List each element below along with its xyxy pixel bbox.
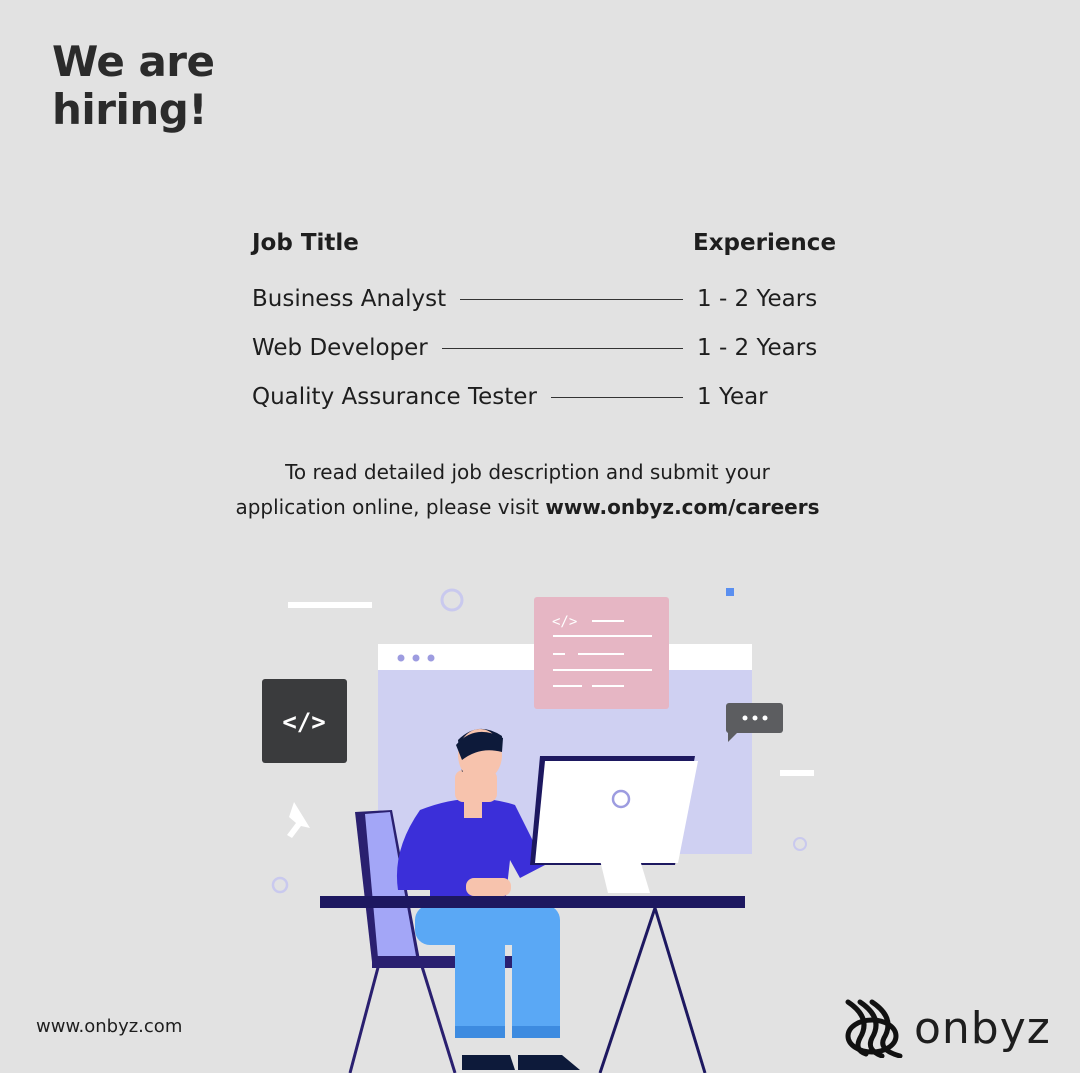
divider-line — [441, 347, 683, 349]
experience-header: Experience — [693, 230, 837, 256]
footer-url[interactable]: www.onbyz.com — [36, 1016, 182, 1037]
job-title: Web Developer — [252, 335, 428, 361]
logo-text: onbyz — [914, 1002, 1051, 1054]
headline: We are hiring! — [52, 37, 215, 134]
small-code-tag: </> — [552, 614, 577, 630]
divider-line — [550, 396, 683, 398]
job-row: Quality Assurance Tester 1 Year — [252, 382, 832, 412]
job-title: Business Analyst — [252, 286, 447, 312]
monitor — [535, 761, 698, 863]
job-title-header: Job Title — [252, 230, 359, 256]
job-experience: 1 - 2 Years — [697, 335, 818, 361]
careers-link[interactable]: www.onbyz.com/careers — [545, 495, 819, 519]
onbyz-logo-icon — [845, 999, 903, 1058]
note-line-1: To read detailed job description and sub… — [285, 460, 770, 484]
job-title: Quality Assurance Tester — [252, 384, 537, 410]
svg-text:</>: </> — [282, 708, 325, 736]
cursor-icon — [287, 802, 310, 838]
job-row: Business Analyst 1 - 2 Years — [252, 284, 832, 314]
note-line-2: application online, please visit — [235, 495, 546, 519]
headline-line-2: hiring! — [52, 85, 208, 134]
headline-line-1: We are — [52, 37, 215, 86]
job-experience: 1 Year — [697, 384, 768, 410]
divider-line — [460, 298, 683, 300]
onbyz-logo: onbyz — [842, 998, 1051, 1058]
job-experience: 1 - 2 Years — [697, 286, 818, 312]
job-row: Web Developer 1 - 2 Years — [252, 333, 832, 363]
developer-illustration: </> </> — [262, 588, 814, 1073]
application-note: To read detailed job description and sub… — [200, 455, 855, 525]
